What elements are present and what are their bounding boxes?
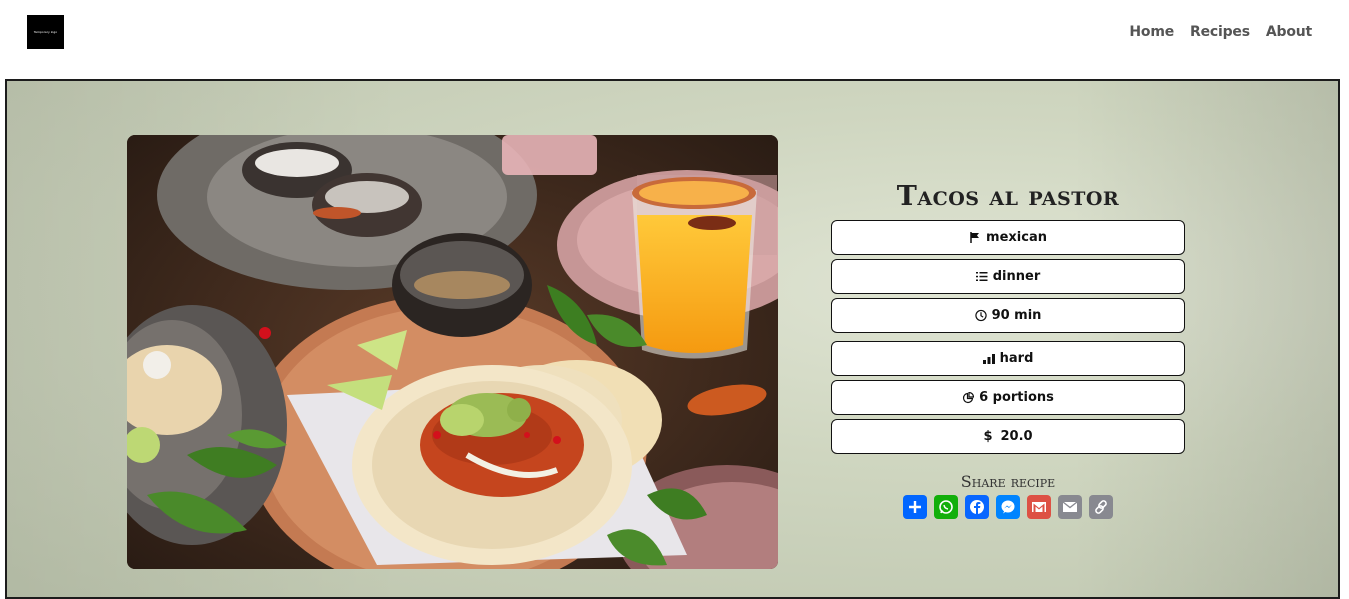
dollar-icon: $ [983,429,993,444]
messenger-icon[interactable] [996,495,1020,519]
nav-home-link[interactable]: Home [1129,24,1174,40]
navbar: Temporary logo Home Recipes About [0,0,1349,64]
bar-chart-icon [982,353,995,365]
pie-chart-icon [962,391,975,404]
meal-label: dinner [992,269,1041,284]
recipe-info: Tacos al pastor mexican dinner 90 min ha… [831,181,1185,519]
share-buttons [831,495,1185,519]
logo[interactable]: Temporary logo [27,15,64,49]
copy-link-icon[interactable] [1089,495,1113,519]
nav-recipes-link[interactable]: Recipes [1190,24,1250,40]
price-label: 20.0 [1000,429,1033,444]
email-icon[interactable] [1058,495,1082,519]
difficulty-label: hard [999,351,1034,366]
clock-icon [974,309,987,322]
share-label: Share recipe [960,472,1056,491]
share-add-icon[interactable] [903,495,927,519]
nav-links: Home Recipes About [1129,24,1312,40]
difficulty-badge: hard [831,341,1185,376]
facebook-icon[interactable] [965,495,989,519]
whatsapp-icon[interactable] [934,495,958,519]
portions-label: 6 portions [979,390,1054,405]
nav-about-link[interactable]: About [1266,24,1312,40]
recipe-title: Tacos al pastor [896,181,1120,212]
gmail-icon[interactable] [1027,495,1051,519]
cuisine-badge: mexican [831,220,1185,255]
time-label: 90 min [991,308,1042,323]
meal-badge: dinner [831,259,1185,294]
price-badge: $ 20.0 [831,419,1185,454]
portions-badge: 6 portions [831,380,1185,415]
flag-icon [969,232,981,244]
list-icon [975,271,988,283]
recipe-photo [127,135,778,569]
time-badge: 90 min [831,298,1185,333]
cuisine-label: mexican [986,230,1047,245]
recipe-hero: Tacos al pastor mexican dinner 90 min ha… [5,79,1340,599]
